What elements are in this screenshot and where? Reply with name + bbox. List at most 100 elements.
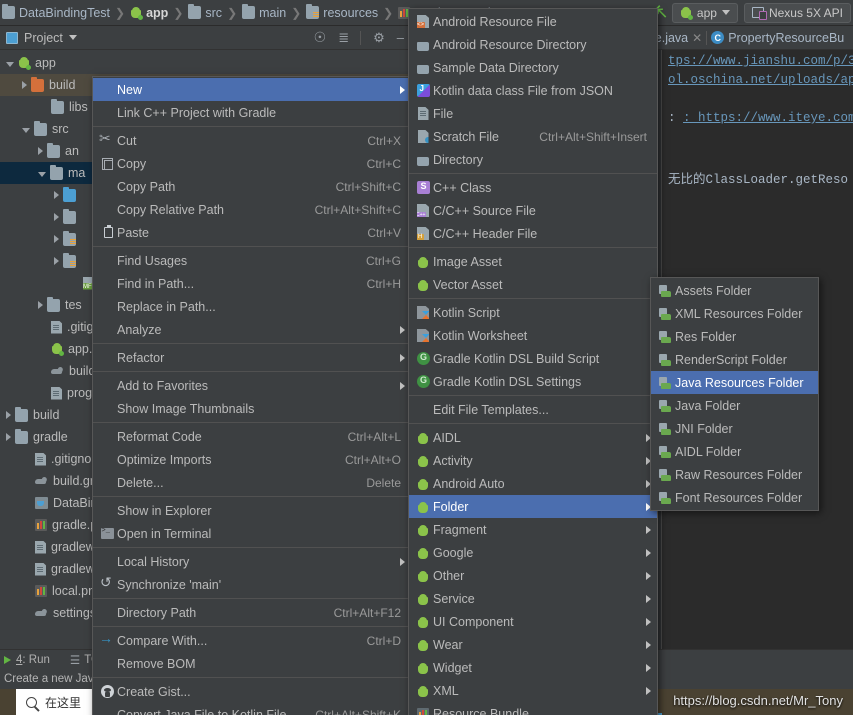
menu-item-widget[interactable]: Widget — [409, 656, 657, 679]
editor-tab-0[interactable]: le.java ✕ — [652, 31, 702, 45]
menu-item-xml[interactable]: XML — [409, 679, 657, 702]
settings-gear-icon[interactable]: ⚙ — [373, 30, 385, 46]
menu-item-find-usages[interactable]: Find Usages Ctrl+G — [93, 249, 411, 272]
menu-item-local-history[interactable]: Local History — [93, 550, 411, 573]
run-configuration-selector[interactable]: app — [671, 2, 738, 23]
twisty-closed-icon[interactable] — [38, 147, 43, 155]
menu-item-activity[interactable]: Activity — [409, 449, 657, 472]
menu-item-copy-path[interactable]: Copy Path Ctrl+Shift+C — [93, 175, 411, 198]
twisty-closed-icon[interactable] — [54, 235, 59, 243]
collapse-all-icon[interactable]: ≣ — [338, 30, 349, 46]
menu-item-create-gist[interactable]: Create Gist... — [93, 680, 411, 703]
breadcrumb-item-3[interactable]: main — [259, 6, 286, 20]
menu-item-c-c-header-file[interactable]: C/C++ Header File — [409, 222, 657, 245]
menu-item-convert-java-file-to-kotlin-file[interactable]: Convert Java File to Kotlin File Ctrl+Alt… — [93, 703, 411, 715]
minimize-icon[interactable]: – — [397, 30, 404, 45]
tree-node[interactable]: app — [0, 52, 410, 74]
menu-item-edit-file-templates[interactable]: Edit File Templates... — [409, 398, 657, 421]
twisty-closed-icon[interactable] — [54, 213, 59, 221]
menu-item-image-asset[interactable]: Image Asset — [409, 250, 657, 273]
menu-item-compare-with[interactable]: Compare With... Ctrl+D — [93, 629, 411, 652]
menu-item-copy[interactable]: Copy Ctrl+C — [93, 152, 411, 175]
menu-item-jni-folder[interactable]: JNI Folder — [651, 417, 818, 440]
run-tool-window-button[interactable]: 4: Run — [4, 654, 50, 666]
menu-item-directory[interactable]: Directory — [409, 148, 657, 171]
menu-item-kotlin-script[interactable]: Kotlin Script — [409, 301, 657, 324]
menu-item-other[interactable]: Other — [409, 564, 657, 587]
menu-item-remove-bom[interactable]: Remove BOM — [93, 652, 411, 675]
new-submenu[interactable]: Android Resource File Android Resource Di… — [408, 8, 658, 715]
menu-item-c-class[interactable]: C++ Class — [409, 176, 657, 199]
breadcrumb-item-1[interactable]: app — [146, 6, 168, 20]
twisty-closed-icon[interactable] — [38, 301, 43, 309]
menu-item-google[interactable]: Google — [409, 541, 657, 564]
menu-item-ui-component[interactable]: UI Component — [409, 610, 657, 633]
menu-item-wear[interactable]: Wear — [409, 633, 657, 656]
target-icon[interactable]: ☉ — [314, 29, 327, 46]
menu-item-vector-asset[interactable]: Vector Asset — [409, 273, 657, 296]
menu-item-delete[interactable]: Delete... Delete — [93, 471, 411, 494]
menu-item-kotlin-worksheet[interactable]: Kotlin Worksheet — [409, 324, 657, 347]
menu-item-res-folder[interactable]: Res Folder — [651, 325, 818, 348]
menu-item-renderscript-folder[interactable]: RenderScript Folder — [651, 348, 818, 371]
menu-item-aidl-folder[interactable]: AIDL Folder — [651, 440, 818, 463]
menu-item-android-resource-directory[interactable]: Android Resource Directory — [409, 33, 657, 56]
menu-item-show-image-thumbnails[interactable]: Show Image Thumbnails — [93, 397, 411, 420]
menu-item-android-resource-file[interactable]: Android Resource File — [409, 10, 657, 33]
twisty-closed-icon[interactable] — [54, 257, 59, 265]
menu-item-reformat-code[interactable]: Reformat Code Ctrl+Alt+L — [93, 425, 411, 448]
menu-item-refactor[interactable]: Refactor — [93, 346, 411, 369]
twisty-closed-icon[interactable] — [6, 433, 11, 441]
menu-item-find-in-path[interactable]: Find in Path... Ctrl+H — [93, 272, 411, 295]
menu-item-folder[interactable]: Folder — [409, 495, 657, 518]
project-context-menu[interactable]: New Link C++ Project with Gradle Cut Ctrl+X… — [92, 76, 412, 715]
menu-item-java-resources-folder[interactable]: Java Resources Folder — [651, 371, 818, 394]
close-icon[interactable]: ✕ — [692, 31, 702, 45]
menu-item-paste[interactable]: Paste Ctrl+V — [93, 221, 411, 244]
twisty-closed-icon[interactable] — [22, 81, 27, 89]
menu-item-resource-bundle[interactable]: Resource Bundle — [409, 702, 657, 715]
menu-item-assets-folder[interactable]: Assets Folder — [651, 279, 818, 302]
breadcrumb-item-2[interactable]: src — [205, 6, 222, 20]
project-panel-title[interactable]: Project — [24, 31, 63, 45]
menu-item-font-resources-folder[interactable]: Font Resources Folder — [651, 486, 818, 509]
menu-item-aidl[interactable]: AIDL — [409, 426, 657, 449]
menu-item-new[interactable]: New — [93, 78, 411, 101]
menu-item-optimize-imports[interactable]: Optimize Imports Ctrl+Alt+O — [93, 448, 411, 471]
menu-item-fragment[interactable]: Fragment — [409, 518, 657, 541]
menu-item-kotlin-data-class-file-from-json[interactable]: Kotlin data class File from JSON — [409, 79, 657, 102]
folder-submenu[interactable]: Assets Folder XML Resources Folder Res Fol… — [650, 277, 819, 511]
menu-item-sample-data-directory[interactable]: Sample Data Directory — [409, 56, 657, 79]
menu-item-c-c-source-file[interactable]: C/C++ Source File — [409, 199, 657, 222]
device-selector[interactable]: Nexus 5X API — [743, 2, 851, 23]
menu-item-cut[interactable]: Cut Ctrl+X — [93, 129, 411, 152]
twisty-open-icon[interactable] — [22, 127, 30, 133]
twisty-open-icon[interactable] — [6, 61, 14, 67]
menu-item-file[interactable]: File — [409, 102, 657, 125]
menu-item-java-folder[interactable]: Java Folder — [651, 394, 818, 417]
menu-item-copy-relative-path[interactable]: Copy Relative Path Ctrl+Alt+Shift+C — [93, 198, 411, 221]
chevron-down-icon[interactable] — [68, 35, 77, 40]
menu-item-synchronize-main[interactable]: Synchronize 'main' — [93, 573, 411, 596]
menu-item-link-c-project-with-gradle[interactable]: Link C++ Project with Gradle — [93, 101, 411, 124]
menu-item-service[interactable]: Service — [409, 587, 657, 610]
menu-item-xml-resources-folder[interactable]: XML Resources Folder — [651, 302, 818, 325]
menu-item-add-to-favorites[interactable]: Add to Favorites — [93, 374, 411, 397]
menu-item-gradle-kotlin-dsl-build-script[interactable]: Gradle Kotlin DSL Build Script — [409, 347, 657, 370]
menu-item-raw-resources-folder[interactable]: Raw Resources Folder — [651, 463, 818, 486]
menu-item-scratch-file[interactable]: Scratch File Ctrl+Alt+Shift+Insert — [409, 125, 657, 148]
menu-item-android-auto[interactable]: Android Auto — [409, 472, 657, 495]
breadcrumb-item-0[interactable]: DataBindingTest — [19, 6, 110, 20]
menu-item-replace-in-path[interactable]: Replace in Path... — [93, 295, 411, 318]
twisty-closed-icon[interactable] — [6, 411, 11, 419]
breadcrumb-item-4[interactable]: resources — [323, 6, 378, 20]
code-link[interactable]: : https://www.iteye.com/b — [683, 111, 853, 125]
menu-item-gradle-kotlin-dsl-settings[interactable]: Gradle Kotlin DSL Settings — [409, 370, 657, 393]
menu-item-directory-path[interactable]: Directory Path Ctrl+Alt+F12 — [93, 601, 411, 624]
twisty-closed-icon[interactable] — [54, 191, 59, 199]
twisty-open-icon[interactable] — [38, 171, 46, 177]
menu-item-analyze[interactable]: Analyze — [93, 318, 411, 341]
menu-item-open-in-terminal[interactable]: Open in Terminal — [93, 522, 411, 545]
menu-item-show-in-explorer[interactable]: Show in Explorer — [93, 499, 411, 522]
editor-tab-1[interactable]: C PropertyResourceBu — [711, 31, 844, 45]
